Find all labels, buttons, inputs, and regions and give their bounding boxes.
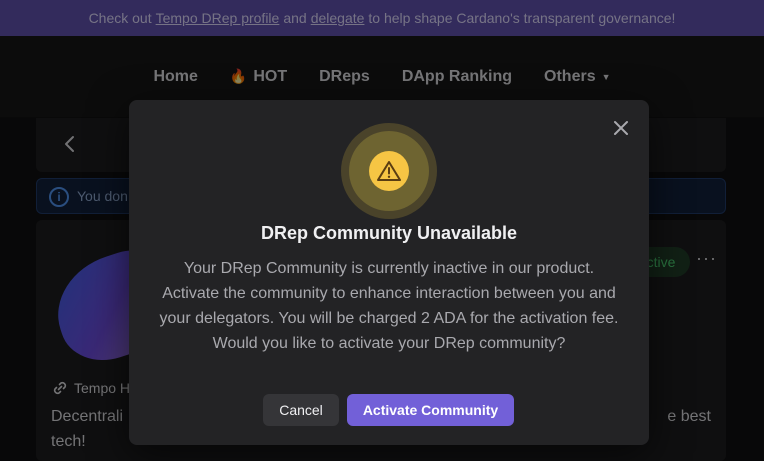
dialog-message: Your DRep Community is currently inactiv… [159, 260, 619, 352]
dialog-title: DRep Community Unavailable [260, 223, 518, 243]
cancel-button[interactable]: Cancel [263, 394, 339, 426]
close-icon[interactable] [609, 116, 633, 140]
warning-triangle-icon [377, 161, 401, 181]
warning-badge [341, 123, 437, 219]
activate-community-button[interactable]: Activate Community [347, 394, 514, 426]
community-unavailable-dialog: DRep Community Unavailable Your DRep Com… [129, 100, 649, 445]
